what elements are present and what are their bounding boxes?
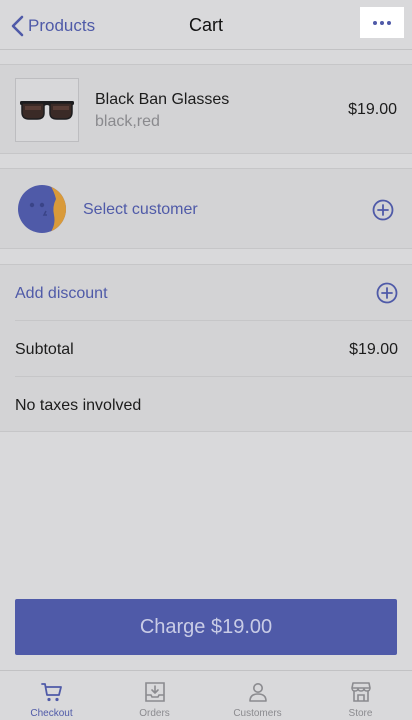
cart-icon bbox=[40, 683, 62, 702]
tab-label: Customers bbox=[233, 708, 282, 719]
ellipsis-dot bbox=[387, 20, 391, 25]
tab-label: Orders bbox=[139, 708, 170, 719]
select-customer-row[interactable]: Select customer bbox=[0, 168, 412, 249]
tab-bar: Checkout Orders Customers Store bbox=[0, 670, 412, 720]
tax-row: No taxes involved bbox=[15, 377, 412, 433]
person-icon bbox=[248, 683, 267, 702]
tab-customers[interactable]: Customers bbox=[206, 671, 309, 720]
tab-checkout[interactable]: Checkout bbox=[0, 671, 103, 720]
navigation-bar: Products Cart bbox=[0, 0, 412, 50]
select-customer-label: Select customer bbox=[83, 201, 198, 218]
product-price: $19.00 bbox=[348, 101, 397, 118]
add-discount-plus-icon[interactable] bbox=[376, 282, 398, 304]
charge-button[interactable]: Charge $19.00 bbox=[15, 599, 397, 655]
tab-label: Checkout bbox=[30, 708, 73, 719]
product-variant: black,red bbox=[95, 113, 160, 130]
subtotal-row: Subtotal $19.00 bbox=[15, 321, 412, 377]
page-title: Cart bbox=[188, 15, 223, 35]
totals-section: Add discount Subtotal $19.00 No taxes in… bbox=[0, 264, 412, 432]
tax-label: No taxes involved bbox=[15, 397, 142, 414]
inbox-download-icon bbox=[144, 682, 165, 702]
ellipsis-dot bbox=[380, 20, 384, 25]
product-thumbnail bbox=[15, 78, 79, 142]
product-name: Black Ban Glasses bbox=[95, 91, 230, 108]
subtotal-label: Subtotal bbox=[15, 341, 74, 358]
tab-orders[interactable]: Orders bbox=[103, 671, 206, 720]
more-options-button[interactable] bbox=[360, 7, 404, 38]
tab-label: Store bbox=[348, 708, 373, 719]
add-discount-row[interactable]: Add discount bbox=[15, 265, 412, 321]
add-customer-plus-icon[interactable] bbox=[372, 199, 394, 221]
add-discount-label[interactable]: Add discount bbox=[15, 285, 108, 303]
cart-line-item[interactable]: Black Ban Glasses black,red $19.00 bbox=[0, 64, 412, 154]
tab-store[interactable]: Store bbox=[309, 671, 412, 720]
customer-avatar-icon bbox=[18, 185, 66, 233]
ellipsis-icon bbox=[373, 20, 377, 25]
sunglasses-icon bbox=[20, 101, 74, 120]
storefront-icon bbox=[350, 682, 371, 702]
subtotal-value: $19.00 bbox=[349, 341, 398, 358]
